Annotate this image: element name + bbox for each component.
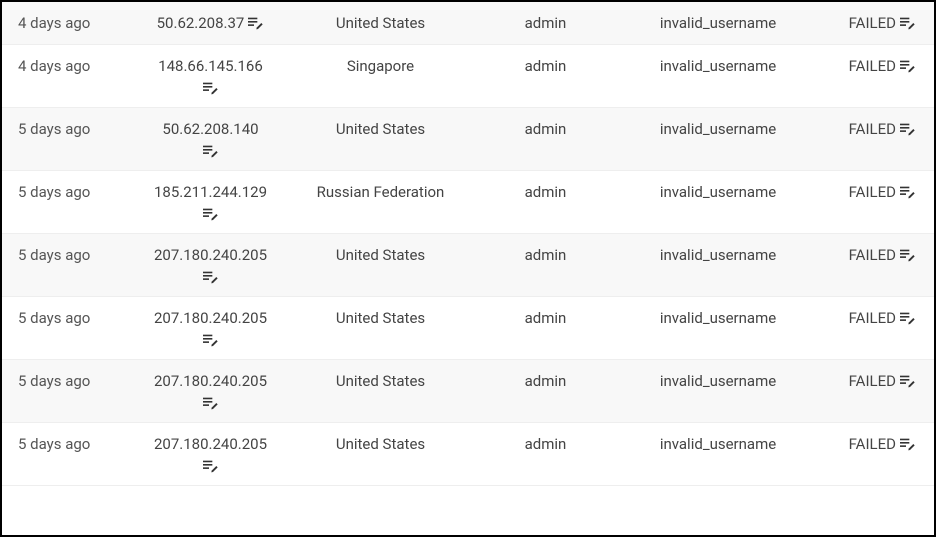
status-cell: FAILED <box>813 309 924 327</box>
ip-cell: 185.211.244.129 <box>128 183 293 221</box>
time-cell: 5 days ago <box>18 183 128 201</box>
status-value: FAILED <box>849 14 896 32</box>
time-cell: 5 days ago <box>18 435 128 453</box>
country-cell: United States <box>293 246 468 264</box>
time-cell: 5 days ago <box>18 246 128 264</box>
table-row: 5 days ago 207.180.240.205 United Statesad… <box>2 423 934 486</box>
ip-cell: 207.180.240.205 <box>128 372 293 410</box>
edit-ip-icon[interactable] <box>202 144 220 158</box>
edit-ip-icon[interactable] <box>202 81 220 95</box>
time-cell: 4 days ago <box>18 57 128 75</box>
ip-cell: 207.180.240.205 <box>128 246 293 284</box>
country-cell: Russian Federation <box>293 183 468 201</box>
edit-ip-icon[interactable] <box>202 333 220 347</box>
edit-status-icon[interactable] <box>900 185 916 199</box>
reason-cell: invalid_username <box>623 309 813 327</box>
edit-status-icon[interactable] <box>900 311 916 325</box>
reason-cell: invalid_username <box>623 120 813 138</box>
table-row: 5 days ago 207.180.240.205 United Statesad… <box>2 297 934 360</box>
status-value: FAILED <box>849 183 896 201</box>
edit-ip-icon[interactable] <box>202 396 220 410</box>
status-cell: FAILED <box>813 57 924 75</box>
table-row: 5 days ago 185.211.244.129 Russian Federat… <box>2 171 934 234</box>
login-attempts-table: 4 days ago50.62.208.37United Statesadmin… <box>2 2 934 486</box>
table-row: 4 days ago 50.62.208.37 United Statesadmin… <box>2 2 934 45</box>
reason-cell: invalid_username <box>623 435 813 453</box>
status-cell: FAILED <box>813 246 924 264</box>
ip-value: 148.66.145.166 <box>158 57 263 75</box>
edit-status-icon[interactable] <box>900 437 916 451</box>
user-cell: admin <box>468 246 623 264</box>
edit-status-icon[interactable] <box>900 248 916 262</box>
edit-ip-icon[interactable] <box>248 16 264 30</box>
ip-cell: 50.62.208.140 <box>128 120 293 158</box>
table-row: 4 days ago 148.66.145.166 Singaporeadminin… <box>2 45 934 108</box>
edit-status-icon[interactable] <box>900 16 916 30</box>
user-cell: admin <box>468 57 623 75</box>
status-value: FAILED <box>849 372 896 390</box>
time-cell: 5 days ago <box>18 309 128 327</box>
status-cell: FAILED <box>813 14 924 32</box>
edit-status-icon[interactable] <box>900 374 916 388</box>
status-value: FAILED <box>849 120 896 138</box>
country-cell: United States <box>293 372 468 390</box>
ip-cell: 50.62.208.37 <box>128 14 293 32</box>
country-cell: United States <box>293 435 468 453</box>
user-cell: admin <box>468 183 623 201</box>
user-cell: admin <box>468 372 623 390</box>
country-cell: Singapore <box>293 57 468 75</box>
edit-status-icon[interactable] <box>900 59 916 73</box>
reason-cell: invalid_username <box>623 14 813 32</box>
edit-ip-icon[interactable] <box>202 459 220 473</box>
country-cell: United States <box>293 120 468 138</box>
ip-cell: 207.180.240.205 <box>128 435 293 473</box>
time-cell: 5 days ago <box>18 120 128 138</box>
table-row: 5 days ago 207.180.240.205 United Statesad… <box>2 234 934 297</box>
user-cell: admin <box>468 120 623 138</box>
status-value: FAILED <box>849 435 896 453</box>
status-cell: FAILED <box>813 372 924 390</box>
ip-value: 50.62.208.37 <box>157 14 245 32</box>
status-cell: FAILED <box>813 183 924 201</box>
status-cell: FAILED <box>813 435 924 453</box>
ip-value: 207.180.240.205 <box>154 246 267 264</box>
reason-cell: invalid_username <box>623 183 813 201</box>
user-cell: admin <box>468 14 623 32</box>
status-value: FAILED <box>849 309 896 327</box>
country-cell: United States <box>293 309 468 327</box>
time-cell: 4 days ago <box>18 14 128 32</box>
edit-status-icon[interactable] <box>900 122 916 136</box>
ip-value: 207.180.240.205 <box>154 372 267 390</box>
status-value: FAILED <box>849 246 896 264</box>
edit-ip-icon[interactable] <box>202 207 220 221</box>
reason-cell: invalid_username <box>623 246 813 264</box>
user-cell: admin <box>468 309 623 327</box>
status-value: FAILED <box>849 57 896 75</box>
time-cell: 5 days ago <box>18 372 128 390</box>
table-row: 5 days ago 207.180.240.205 United Statesad… <box>2 360 934 423</box>
user-cell: admin <box>468 435 623 453</box>
ip-cell: 148.66.145.166 <box>128 57 293 95</box>
country-cell: United States <box>293 14 468 32</box>
ip-value: 185.211.244.129 <box>154 183 267 201</box>
ip-value: 50.62.208.140 <box>162 120 258 138</box>
table-row: 5 days ago 50.62.208.140 United Statesadmi… <box>2 108 934 171</box>
ip-cell: 207.180.240.205 <box>128 309 293 347</box>
ip-value: 207.180.240.205 <box>154 309 267 327</box>
ip-value: 207.180.240.205 <box>154 435 267 453</box>
edit-ip-icon[interactable] <box>202 270 220 284</box>
reason-cell: invalid_username <box>623 57 813 75</box>
reason-cell: invalid_username <box>623 372 813 390</box>
status-cell: FAILED <box>813 120 924 138</box>
